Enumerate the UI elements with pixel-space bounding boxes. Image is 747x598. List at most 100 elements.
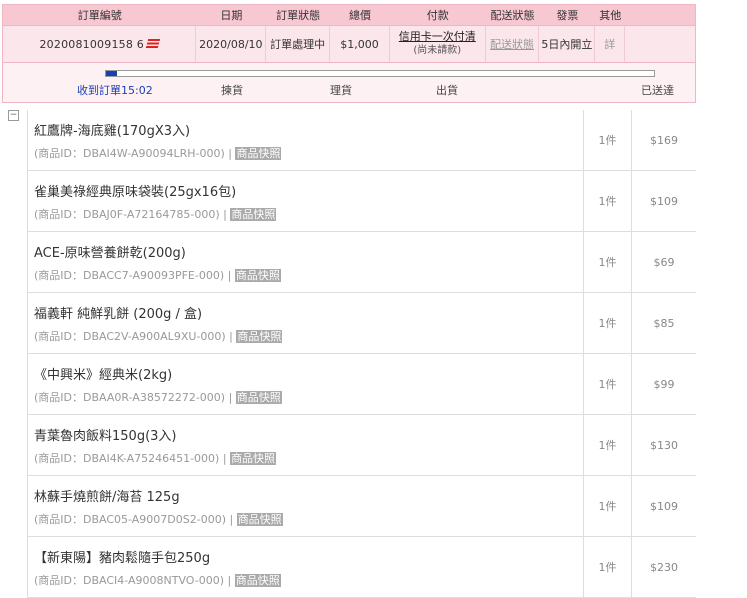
item-id: (商品ID：DBACI4-A9008NTVO-000): [34, 573, 225, 587]
item-name: 《中興米》經典米(2kg): [34, 367, 173, 383]
item-info: 【新東陽】豬肉鬆隨手包250g (商品ID：DBACI4-A9008NTVO-0…: [27, 537, 584, 597]
item-snapshot-link[interactable]: 商品快照: [234, 573, 281, 587]
order-summary: 訂單編號 日期 訂單狀態 總價 付款 配送狀態 發票 其他 2020081009…: [2, 4, 696, 103]
order-item-row: 青葉魯肉飯料150g(3入) (商品ID：DBAI4K-A75246451-00…: [27, 415, 696, 476]
header-invoice: 發票: [556, 9, 579, 22]
item-id: (商品ID：DBAA0R-A38572272-000): [34, 390, 226, 404]
item-name: ACE-原味營養餅乾(200g): [34, 245, 186, 261]
order-total: $1,000: [330, 26, 390, 62]
item-id: (商品ID：DBAI4K-A75246451-000): [34, 451, 220, 465]
item-price: $85: [653, 316, 675, 330]
header-payment: 付款: [426, 9, 449, 22]
payment-method-link[interactable]: 信用卡一次付清: [399, 30, 476, 44]
order-number-cell: 2020081009158 6: [3, 26, 197, 62]
order-progress: 收到訂單15:02 揀貨 理貨 出貨 已送達: [2, 63, 696, 103]
item-id: (商品ID：DBACC7-A90093PFE-000): [34, 268, 225, 282]
row-spacer: [625, 26, 695, 62]
item-price: $109: [650, 499, 678, 513]
header-order-number: 訂單編號: [77, 9, 122, 22]
item-price: $230: [650, 560, 678, 574]
item-info: ACE-原味營養餅乾(200g) (商品ID：DBACC7-A90093PFE-…: [27, 232, 584, 292]
other-cell: 詳: [595, 26, 626, 62]
item-info: 福義軒 純鮮乳餅 (200g / 盒) (商品ID：DBAC2V-A900AL9…: [27, 293, 584, 353]
header-spacer: [625, 5, 695, 25]
item-name: 林蘇手燒煎餅/海苔 125g: [34, 489, 180, 505]
payment-cell: 信用卡一次付清 (尚未請款): [390, 26, 486, 62]
order-item-row: ACE-原味營養餅乾(200g) (商品ID：DBACC7-A90093PFE-…: [27, 232, 696, 293]
order-item-row: 《中興米》經典米(2kg) (商品ID：DBAA0R-A38572272-000…: [27, 354, 696, 415]
item-price: $69: [653, 255, 675, 269]
stage-ship: 出貨: [436, 84, 458, 97]
item-name: 雀巢美祿經典原味袋裝(25gx16包): [34, 184, 237, 200]
progress-bar-fill: [106, 71, 117, 76]
header-shipping: 配送狀態: [490, 9, 535, 22]
order-item-row: 紅鷹牌-海底雞(170gX3入) (商品ID：DBAI4W-A90094LRH-…: [27, 110, 696, 171]
item-snapshot-link[interactable]: 商品快照: [230, 451, 277, 465]
stage-pick: 揀貨: [221, 84, 243, 97]
collapse-toggle-icon[interactable]: −: [8, 110, 19, 121]
item-info: 紅鷹牌-海底雞(170gX3入) (商品ID：DBAI4W-A90094LRH-…: [27, 110, 584, 170]
item-quantity: 1件: [584, 354, 632, 414]
stage-done: 已送達: [641, 84, 674, 97]
item-meta: (商品ID：DBACC7-A90093PFE-000) | 商品快照: [34, 268, 281, 282]
item-snapshot-link[interactable]: 商品快照: [235, 390, 282, 404]
item-info: 雀巢美祿經典原味袋裝(25gx16包) (商品ID：DBAJ0F-A721647…: [27, 171, 584, 231]
item-meta: (商品ID：DBAC2V-A900AL9XU-000) | 商品快照: [34, 329, 283, 343]
item-id: (商品ID：DBAC2V-A900AL9XU-000): [34, 329, 226, 343]
item-meta: (商品ID：DBACI4-A9008NTVO-000) | 商品快照: [34, 573, 281, 587]
item-snapshot-link[interactable]: 商品快照: [236, 329, 283, 343]
item-snapshot-link[interactable]: 商品快照: [234, 268, 281, 282]
item-name: 福義軒 純鮮乳餅 (200g / 盒): [34, 306, 203, 322]
item-info: 林蘇手燒煎餅/海苔 125g (商品ID：DBAC05-A9007D0S2-00…: [27, 476, 584, 536]
item-snapshot-link[interactable]: 商品快照: [235, 146, 282, 160]
item-meta: (商品ID：DBAJ0F-A72164785-000) | 商品快照: [34, 207, 277, 221]
header-total: 總價: [348, 9, 371, 22]
payment-status: (尚未請款): [413, 45, 462, 56]
item-meta: (商品ID：DBAI4K-A75246451-000) | 商品快照: [34, 451, 277, 465]
item-quantity: 1件: [584, 110, 632, 170]
header-other: 其他: [599, 9, 622, 22]
item-price: $99: [653, 377, 675, 391]
item-id: (商品ID：DBAI4W-A90094LRH-000): [34, 146, 225, 160]
menu-icon[interactable]: [145, 38, 161, 48]
item-quantity: 1件: [584, 171, 632, 231]
stage-pack: 理貨: [330, 84, 352, 97]
item-quantity: 1件: [584, 476, 632, 536]
progress-bar: [105, 70, 655, 77]
order-table-header: 訂單編號 日期 訂單狀態 總價 付款 配送狀態 發票 其他: [2, 4, 696, 26]
item-name: 紅鷹牌-海底雞(170gX3入): [34, 123, 191, 139]
item-quantity: 1件: [584, 537, 632, 597]
item-price: $130: [650, 438, 678, 452]
order-row: 2020081009158 6 2020/08/10 訂單處理中 $1,000 …: [2, 26, 696, 63]
item-snapshot-link[interactable]: 商品快照: [230, 207, 277, 221]
order-date: 2020/08/10: [196, 26, 267, 62]
item-info: 青葉魯肉飯料150g(3入) (商品ID：DBAI4K-A75246451-00…: [27, 415, 584, 475]
item-snapshot-link[interactable]: 商品快照: [236, 512, 283, 526]
details-link[interactable]: 詳: [604, 36, 615, 52]
item-price: $109: [650, 194, 678, 208]
item-price: $169: [650, 133, 678, 147]
item-name: 青葉魯肉飯料150g(3入): [34, 428, 177, 444]
item-name: 【新東陽】豬肉鬆隨手包250g: [34, 550, 211, 566]
shipping-status-link[interactable]: 配送狀態: [490, 36, 534, 52]
shipping-status-cell: 配送狀態: [486, 26, 540, 62]
stage-received: 收到訂單15:02: [77, 82, 153, 98]
header-order-status: 訂單狀態: [276, 9, 321, 22]
order-status: 訂單處理中: [266, 26, 331, 62]
item-quantity: 1件: [584, 293, 632, 353]
item-quantity: 1件: [584, 232, 632, 292]
order-number: 2020081009158 6: [39, 37, 144, 51]
header-date: 日期: [220, 9, 243, 22]
order-item-row: 林蘇手燒煎餅/海苔 125g (商品ID：DBAC05-A9007D0S2-00…: [27, 476, 696, 537]
order-item-row: 雀巢美祿經典原味袋裝(25gx16包) (商品ID：DBAJ0F-A721647…: [27, 171, 696, 232]
item-quantity: 1件: [584, 415, 632, 475]
item-info: 《中興米》經典米(2kg) (商品ID：DBAA0R-A38572272-000…: [27, 354, 584, 414]
item-meta: (商品ID：DBAA0R-A38572272-000) | 商品快照: [34, 390, 282, 404]
item-id: (商品ID：DBAJ0F-A72164785-000): [34, 207, 220, 221]
item-meta: (商品ID：DBAC05-A9007D0S2-000) | 商品快照: [34, 512, 283, 526]
item-id: (商品ID：DBAC05-A9007D0S2-000): [34, 512, 226, 526]
item-meta: (商品ID：DBAI4W-A90094LRH-000) | 商品快照: [34, 146, 282, 160]
stage-received-label: 收到訂單: [77, 84, 121, 97]
order-items-list: 紅鷹牌-海底雞(170gX3入) (商品ID：DBAI4W-A90094LRH-…: [27, 110, 696, 598]
invoice-status: 5日內開立: [539, 26, 596, 62]
